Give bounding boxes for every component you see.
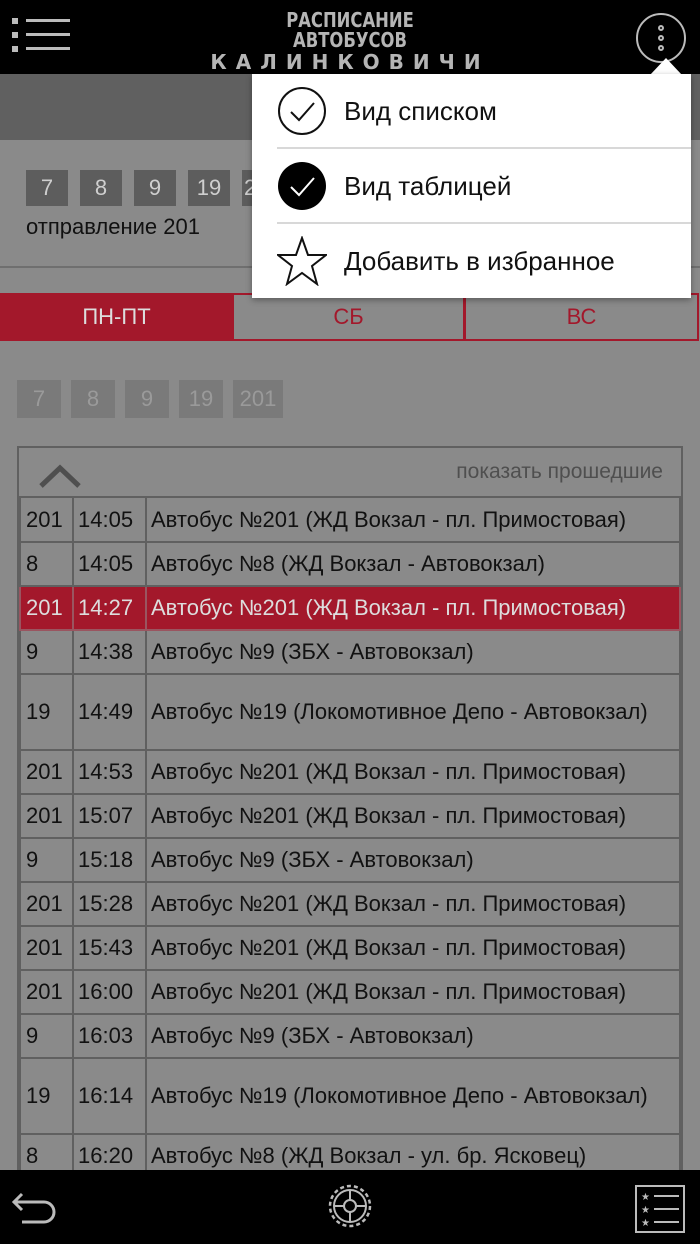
description-cell: Автобус №19 (Локомотивное Депо - Автовок… (145, 1057, 681, 1135)
time-cell: 14:27 (72, 585, 147, 631)
filter-chip-partial[interactable]: 2 (242, 170, 252, 206)
table-row[interactable]: 201 14:27 Автобус №201 (ЖД Вокзал - пл. Пр… (19, 585, 681, 631)
table-row[interactable]: 201 16:00 Автобус №201 (ЖД Вокзал - пл. Пр… (19, 969, 681, 1015)
time-cell: 14:53 (72, 749, 147, 795)
description-cell: Автобус №201 (ЖД Вокзал - пл. Примостова… (145, 498, 681, 543)
direction-label: отправление 201 (26, 214, 200, 239)
gear-wheel-icon[interactable] (324, 1180, 376, 1232)
route-cell: 9 (19, 629, 74, 675)
route-cell: 201 (19, 881, 74, 927)
menu-item-table-view[interactable]: Вид таблицей (252, 149, 691, 223)
hamburger-menu-icon[interactable] (12, 14, 72, 56)
time-cell: 15:28 (72, 881, 147, 927)
filter-chip-7[interactable]: 7 (26, 170, 68, 206)
app-title-line1: РАСПИСАНИЕ АВТОБУСОВ (286, 8, 414, 52)
table-row[interactable]: 201 15:07 Автобус №201 (ЖД Вокзал - пл. Пр… (19, 793, 681, 839)
day-tabs: ПН-ПТ СБ ВС (0, 293, 700, 341)
route-chip-9[interactable]: 9 (125, 380, 169, 418)
table-row[interactable]: 19 16:14 Автобус №19 (Локомотивное Депо - … (19, 1057, 681, 1135)
table-row[interactable]: 8 14:05 Автобус №8 (ЖД Вокзал - Автовокзал… (19, 541, 681, 587)
time-cell: 15:07 (72, 793, 147, 839)
time-cell: 15:18 (72, 837, 147, 883)
description-cell: Автобус №8 (ЖД Вокзал - Автовокзал) (145, 541, 681, 587)
options-dropdown: Вид списком Вид таблицей Добавить в избр… (252, 74, 691, 298)
description-cell: Автобус №201 (ЖД Вокзал - пл. Примостова… (145, 881, 681, 927)
departures-table: 201 14:05 Автобус №201 (ЖД Вокзал - пл. Пр… (19, 498, 681, 1179)
bottom-bar: ★ ★ ★ (0, 1170, 700, 1244)
route-cell: 201 (19, 749, 74, 795)
top-bar: РАСПИСАНИЕ АВТОБУСОВ КАЛИНКОВИЧИ (0, 0, 700, 74)
time-cell: 14:49 (72, 673, 147, 751)
starred-list-icon[interactable]: ★ ★ ★ (634, 1184, 686, 1234)
time-cell: 14:05 (72, 541, 147, 587)
route-cell: 8 (19, 541, 74, 587)
route-chip-201[interactable]: 201 (233, 380, 283, 418)
table-row[interactable]: 201 15:28 Автобус №201 (ЖД Вокзал - пл. Пр… (19, 881, 681, 927)
check-outline-icon (278, 87, 326, 135)
dropdown-caret (650, 58, 682, 75)
menu-item-add-favorite[interactable]: Добавить в избранное (252, 224, 691, 298)
time-cell: 15:43 (72, 925, 147, 971)
route-cell: 9 (19, 837, 74, 883)
route-cell: 19 (19, 673, 74, 751)
route-cell: 201 (19, 969, 74, 1015)
description-cell: Автобус №9 (ЗБХ - Автовокзал) (145, 837, 681, 883)
route-cell: 201 (19, 925, 74, 971)
route-chip-8[interactable]: 8 (71, 380, 115, 418)
menu-item-label: Вид таблицей (344, 171, 512, 201)
star-outline-icon (277, 236, 327, 286)
table-row[interactable]: 9 15:18 Автобус №9 (ЗБХ - Автовокзал) (19, 837, 681, 883)
filter-chip-8[interactable]: 8 (80, 170, 122, 206)
chevron-up-icon[interactable] (37, 460, 83, 490)
svg-text:★: ★ (641, 1218, 650, 1229)
svg-text:★: ★ (641, 1205, 650, 1216)
route-chip-19[interactable]: 19 (179, 380, 223, 418)
filter-chip-9[interactable]: 9 (134, 170, 176, 206)
schedule-table: показать прошедшие 201 14:05 Автобус №201 … (17, 446, 683, 1244)
app-title: РАСПИСАНИЕ АВТОБУСОВ КАЛИНКОВИЧИ (200, 10, 500, 72)
description-cell: Автобус №201 (ЖД Вокзал - пл. Примостова… (145, 793, 681, 839)
filter-chip-19[interactable]: 19 (188, 170, 230, 206)
menu-item-list-view[interactable]: Вид списком (252, 74, 691, 148)
time-cell: 14:38 (72, 629, 147, 675)
description-cell: Автобус №19 (Локомотивное Депо - Автовок… (145, 673, 681, 751)
route-cell: 19 (19, 1057, 74, 1135)
menu-item-label: Добавить в избранное (344, 246, 615, 276)
description-cell: Автобус №201 (ЖД Вокзал - пл. Примостова… (145, 925, 681, 971)
menu-item-label: Вид списком (344, 96, 497, 126)
route-cell: 201 (19, 793, 74, 839)
schedule-header: показать прошедшие (19, 448, 681, 498)
description-cell: Автобус №9 (ЗБХ - Автовокзал) (145, 629, 681, 675)
table-row[interactable]: 19 14:49 Автобус №19 (Локомотивное Депо - … (19, 673, 681, 751)
description-cell: Автобус №9 (ЗБХ - Автовокзал) (145, 1013, 681, 1059)
route-cell: 201 (19, 585, 74, 631)
vertical-dots-icon[interactable] (636, 13, 686, 63)
time-cell: 14:05 (72, 498, 147, 543)
table-row[interactable]: 9 14:38 Автобус №9 (ЗБХ - Автовокзал) (19, 629, 681, 675)
time-cell: 16:14 (72, 1057, 147, 1135)
table-row[interactable]: 201 14:05 Автобус №201 (ЖД Вокзал - пл. Пр… (19, 498, 681, 543)
description-cell: Автобус №201 (ЖД Вокзал - пл. Примостова… (145, 749, 681, 795)
time-cell: 16:03 (72, 1013, 147, 1059)
svg-text:★: ★ (641, 1192, 650, 1203)
table-row[interactable]: 201 14:53 Автобус №201 (ЖД Вокзал - пл. Пр… (19, 749, 681, 795)
route-chip-7[interactable]: 7 (17, 380, 61, 418)
time-cell: 16:00 (72, 969, 147, 1015)
tab-weekdays[interactable]: ПН-ПТ (0, 293, 233, 341)
table-row[interactable]: 9 16:03 Автобус №9 (ЗБХ - Автовокзал) (19, 1013, 681, 1059)
back-arrow-icon[interactable] (10, 1186, 60, 1230)
app-title-line2: КАЛИНКОВИЧИ (210, 50, 490, 74)
route-cell: 201 (19, 498, 74, 543)
table-row[interactable]: 201 15:43 Автобус №201 (ЖД Вокзал - пл. Пр… (19, 925, 681, 971)
description-cell: Автобус №201 (ЖД Вокзал - пл. Примостова… (145, 969, 681, 1015)
show-past-button[interactable]: показать прошедшие (456, 460, 663, 484)
description-cell: Автобус №201 (ЖД Вокзал - пл. Примостова… (145, 585, 681, 631)
tab-saturday[interactable]: СБ (232, 293, 465, 341)
tab-sunday[interactable]: ВС (464, 293, 699, 341)
check-filled-icon (278, 162, 326, 210)
route-cell: 9 (19, 1013, 74, 1059)
